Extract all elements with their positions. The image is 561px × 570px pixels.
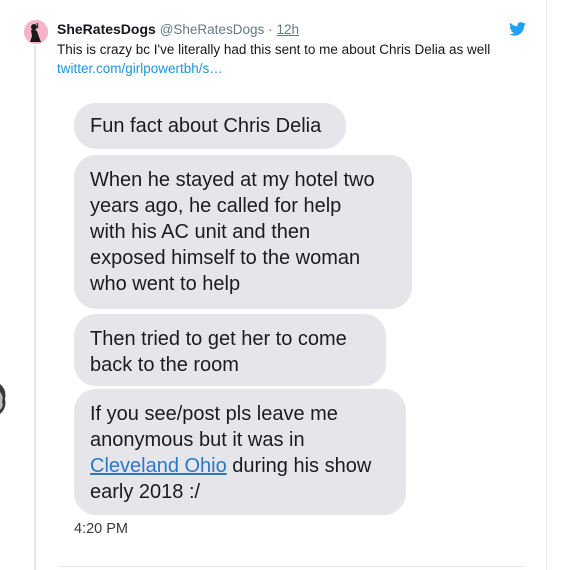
tweet-header: SheRatesDogs @SheRatesDogs · 12h <box>57 20 299 39</box>
user-handle[interactable]: @SheRatesDogs <box>160 22 265 37</box>
avatar[interactable] <box>24 20 48 44</box>
thread-line <box>34 46 36 570</box>
message-line: early 2018 :/ <box>90 481 201 503</box>
twitter-bird-icon[interactable] <box>509 22 526 36</box>
message-timestamp: 4:20 PM <box>74 521 128 537</box>
message-bubble: When he stayed at my hotel two years ago… <box>74 155 412 309</box>
message-screenshot[interactable]: Fun fact about Chris Delia When he staye… <box>58 90 525 566</box>
separator-dot: · <box>268 22 273 37</box>
quoted-tweet-link[interactable]: twitter.com/girlpowertbh/s… <box>57 60 223 78</box>
card-border <box>546 0 547 570</box>
message-text: Fun fact about Chris Delia <box>90 115 322 137</box>
message-line: anonymous but it was in <box>90 429 305 451</box>
tweet-card: SheRatesDogs @SheRatesDogs · 12h This is… <box>0 0 561 570</box>
message-line: exposed himself to the woman <box>90 247 361 269</box>
message-line: who went to help <box>90 273 241 295</box>
message-line: with his AC unit and then <box>90 221 311 243</box>
message-line: years ago, he called for help <box>90 195 342 217</box>
message-line: If you see/post pls leave me <box>90 403 338 425</box>
message-bubble: If you see/post pls leave me anonymous b… <box>74 389 406 515</box>
tweet-text: This is crazy bc I've literally had this… <box>57 42 491 57</box>
message-text: during his show <box>226 455 372 477</box>
avatar-woman-silhouette-icon <box>24 20 48 44</box>
tweet-time[interactable]: 12h <box>277 22 300 37</box>
divider <box>58 566 525 567</box>
message-line: back to the room <box>90 354 239 376</box>
message-bubble: Fun fact about Chris Delia <box>74 103 346 149</box>
location-link[interactable]: Cleveland Ohio <box>90 455 227 477</box>
cropped-figure-icon <box>0 384 6 414</box>
message-bubble: Then tried to get her to come back to th… <box>74 314 386 386</box>
message-line: Then tried to get her to come <box>90 328 347 350</box>
display-name[interactable]: SheRatesDogs <box>57 21 156 37</box>
message-line: Cleveland Ohio during his show <box>90 453 390 479</box>
message-line: When he stayed at my hotel two <box>90 169 375 191</box>
